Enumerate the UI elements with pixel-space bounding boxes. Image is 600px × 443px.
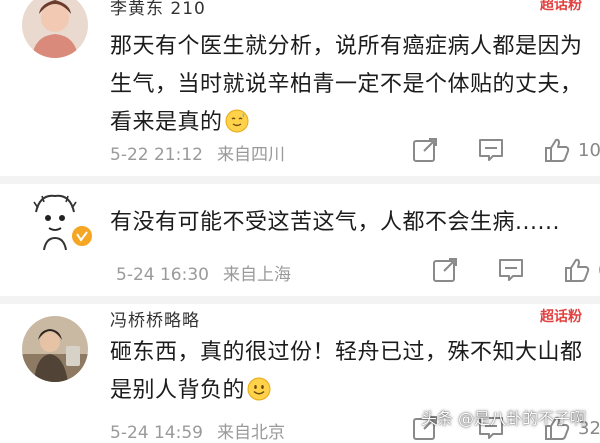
divider [0, 176, 600, 184]
comment-text-body: 有没有可能不受这苦这气，人都不会生病...... [110, 210, 560, 235]
avatar[interactable] [22, 0, 88, 58]
comment-icon[interactable] [498, 257, 524, 283]
like-count: 1022 [578, 139, 600, 161]
comment-meta: 5-24 16:30 来自上海 [116, 260, 305, 285]
comment-text: 有没有可能不受这苦这气，人都不会生病...... [110, 204, 590, 242]
comment-text-body: 那天有个医生就分析，说所有癌症病人都是因为生气，当时就说辛柏青一定不是个体贴的丈… [110, 34, 583, 135]
username[interactable]: 冯桥桥略略 [110, 306, 200, 331]
verified-badge-icon [70, 224, 94, 248]
thumbs-up-icon [545, 138, 570, 162]
divider [0, 296, 600, 304]
fan-tag: 超话粉 [540, 0, 582, 13]
comment-time: 5-24 16:30 [116, 265, 209, 285]
comment-location: 来自四川 [216, 145, 285, 165]
sweat-smile-icon [225, 109, 249, 133]
comment-actions: 66 [432, 257, 600, 283]
thumbs-up-icon [565, 258, 590, 282]
comment-2: 有没有可能不受这苦这气，人都不会生病...... 5-24 16:30 来自上海 … [0, 184, 600, 314]
comment-location: 来自北京 [216, 423, 285, 443]
comment-icon[interactable] [478, 137, 504, 163]
share-icon[interactable] [432, 257, 458, 283]
comment-meta: 5-22 21:12 来自四川 [110, 140, 299, 165]
fan-tag: 超话粉 [540, 309, 582, 325]
comment-text: 那天有个医生就分析，说所有癌症病人都是因为生气，当时就说辛柏青一定不是个体贴的丈… [110, 28, 590, 142]
comment-actions: 1022 [412, 137, 600, 163]
like-button[interactable]: 66 [564, 257, 600, 283]
watermark: 头条 @是八卦的不子啊 [420, 409, 586, 428]
username[interactable]: 李黄东 210 [110, 0, 206, 19]
comment-time: 5-24 14:59 [110, 423, 203, 443]
comment-text: 砸东西，真的很过份！轻舟已过，殊不知大山都是别人背负的 [110, 334, 590, 410]
avatar[interactable] [22, 316, 88, 382]
comment-text-body: 砸东西，真的很过份！轻舟已过，殊不知大山都是别人背负的 [110, 340, 583, 403]
share-icon[interactable] [412, 137, 438, 163]
comment-time: 5-22 21:12 [110, 145, 203, 165]
comment-1: 李黄东 210 超话粉 那天有个医生就分析，说所有癌症病人都是因为生气，当时就说… [0, 0, 600, 180]
comment-meta: 5-24 14:59 来自北京 [110, 418, 299, 443]
smile-icon [247, 377, 271, 401]
comment-location: 来自上海 [222, 265, 291, 285]
like-button[interactable]: 1022 [544, 137, 600, 163]
